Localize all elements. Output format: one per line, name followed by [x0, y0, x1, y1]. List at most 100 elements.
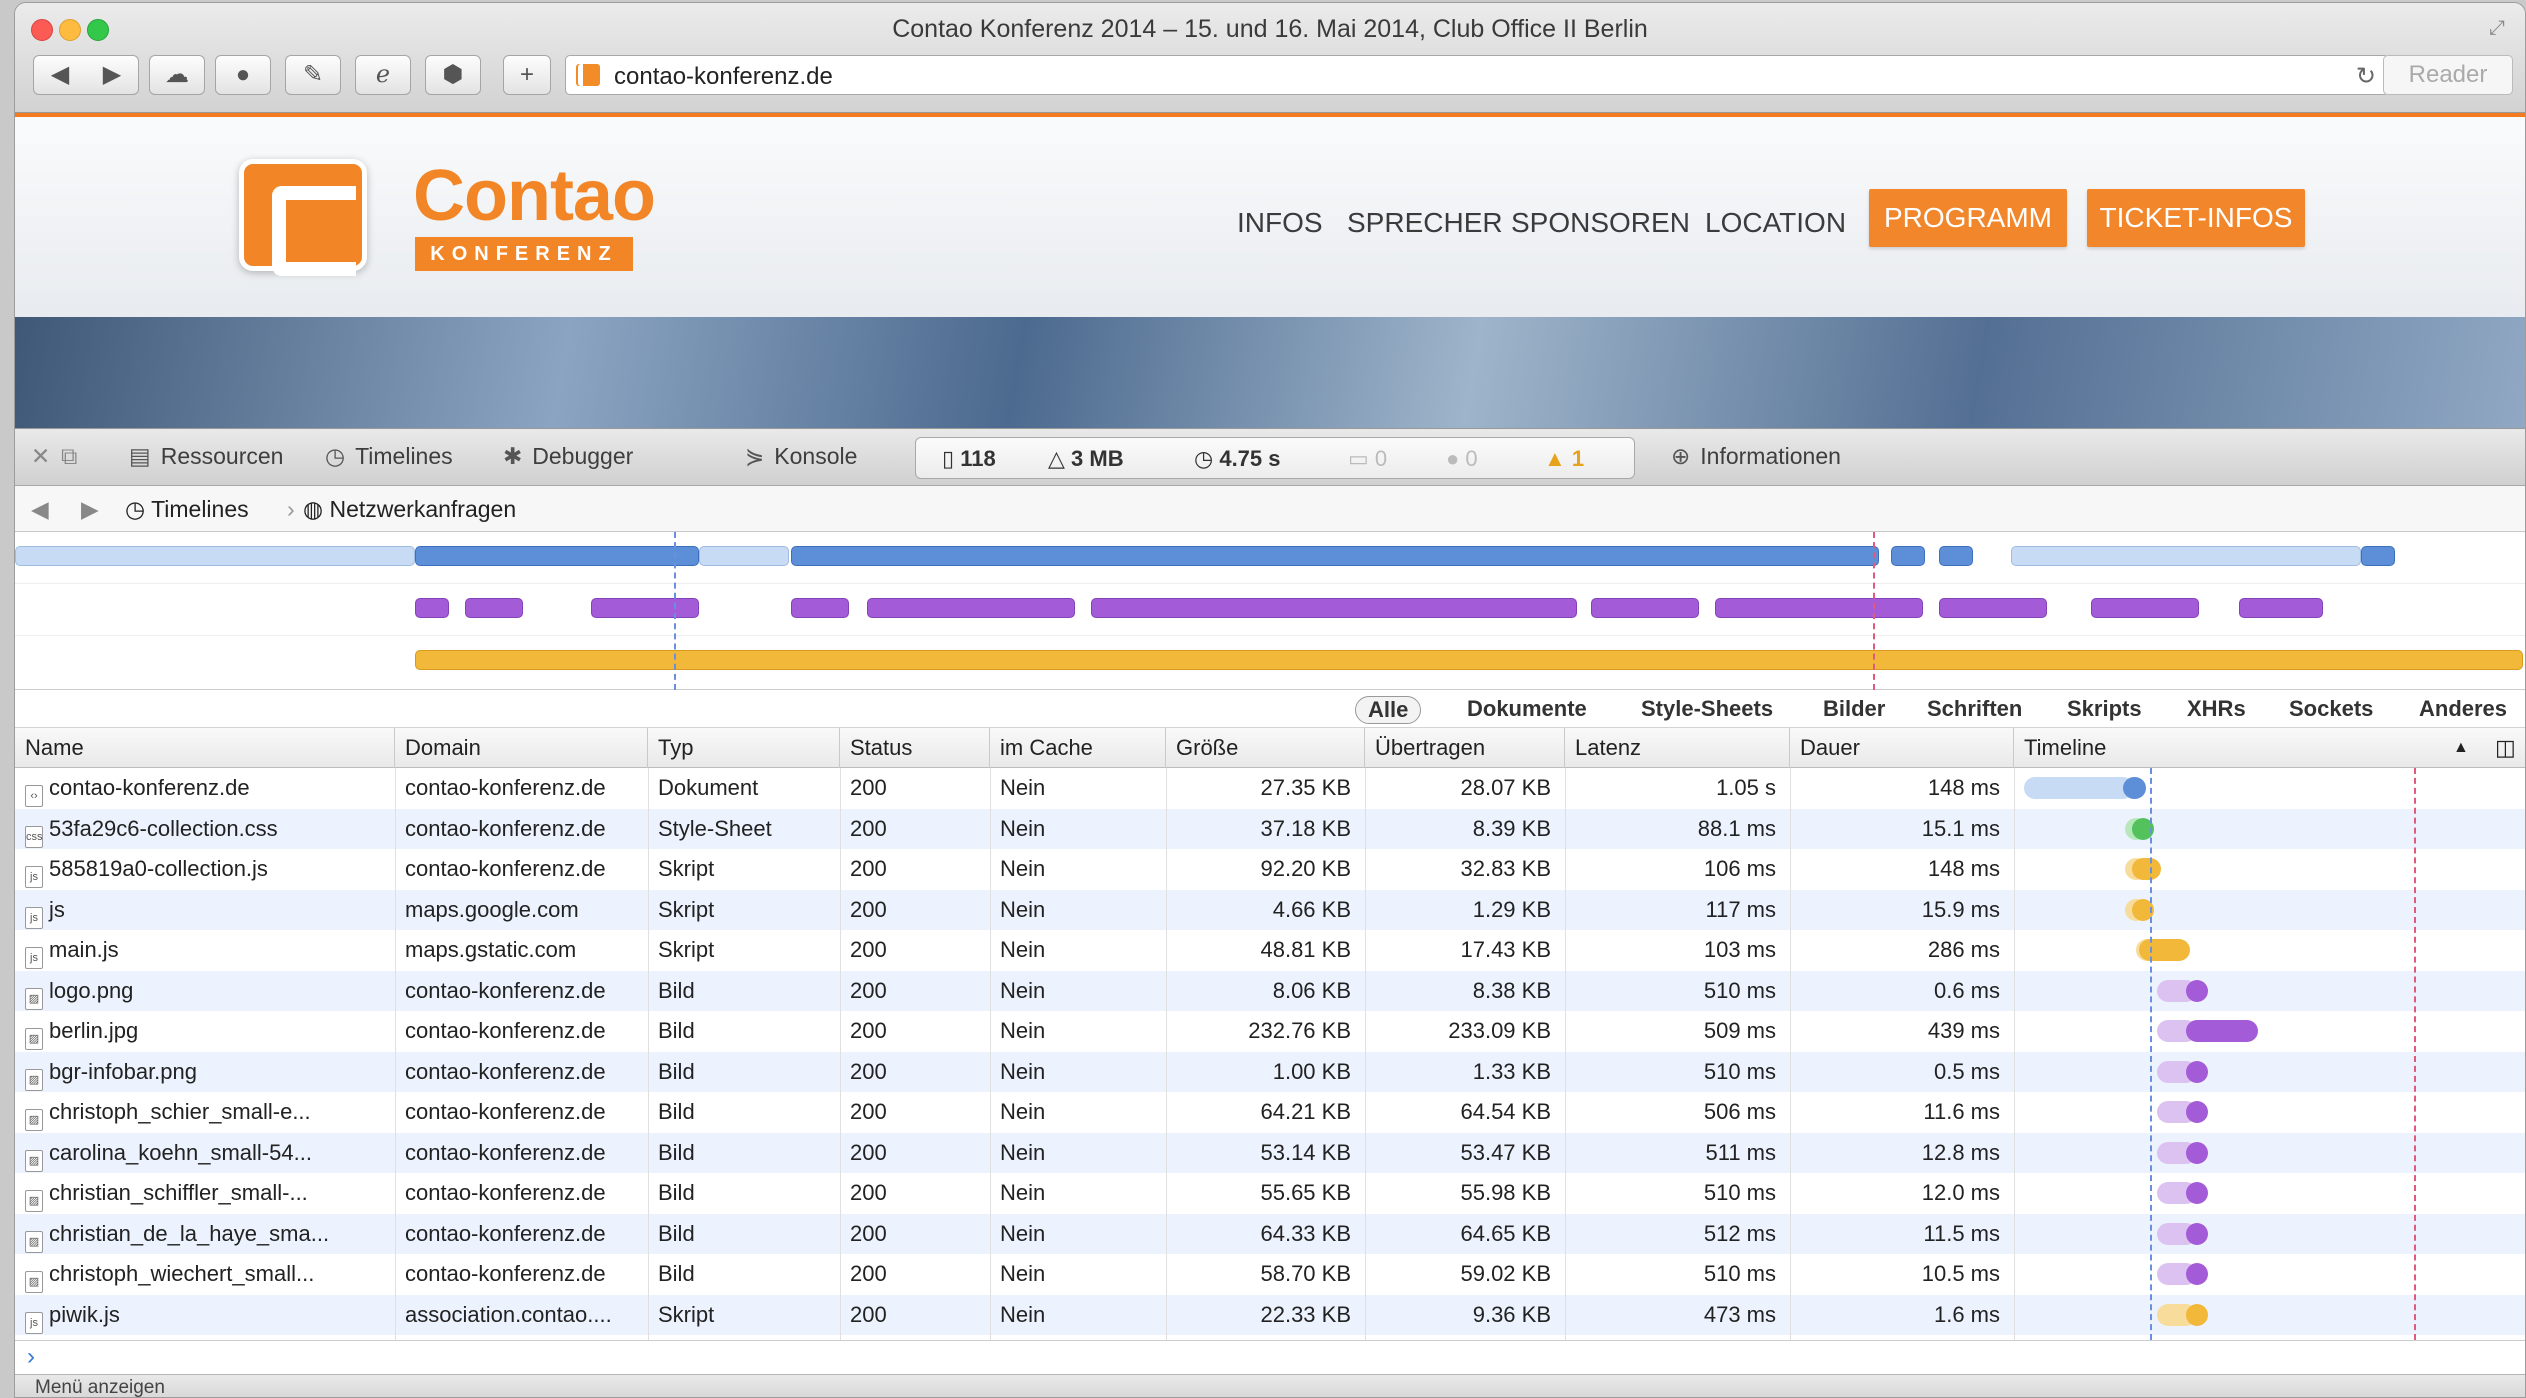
fullscreen-icon[interactable]: ⤢ [2489, 17, 2505, 40]
error-count[interactable]: ● 0 [1446, 446, 1478, 472]
tab-timelines-label: Timelines [355, 443, 453, 469]
extension-button-4[interactable]: ⬢ [425, 55, 481, 95]
table-row[interactable]: ▨ bgr-infobar.png contao-konferenz.de Bild 2… [15, 1051, 2525, 1092]
warning-count[interactable]: ▲ 1 [1544, 446, 1584, 472]
table-row[interactable]: ▨ christian_de_la_haye_sma... contao-konfe… [15, 1213, 2525, 1254]
extension-button-3[interactable]: ℯ [355, 55, 411, 95]
table-row[interactable]: ▨ logo.png contao-konferenz.de Bild 200 Nein 8… [15, 970, 2525, 1011]
table-row[interactable]: ▨ berlin.jpg contao-konferenz.de Bild 200 Nei… [15, 1011, 2525, 1052]
cell-domain: contao-konferenz.de [405, 1261, 606, 1286]
timeline-receiving-bar[interactable] [2132, 858, 2161, 880]
filter-scripts[interactable]: Skripts [2055, 696, 2154, 724]
extension-button-2[interactable]: ✎ [285, 55, 341, 95]
tab-information-label: Informationen [1700, 443, 1841, 469]
timeline-receiving-bar[interactable] [2186, 979, 2208, 1002]
filter-other[interactable]: Anderes [2407, 696, 2519, 724]
timeline-receiving-bar[interactable] [2186, 1182, 2208, 1204]
table-row[interactable]: js piwik.js association.contao.... Skript 20… [15, 1294, 2525, 1335]
tab-debugger[interactable]: ✱ Debugger [503, 443, 633, 470]
network-overview-row [15, 532, 2525, 584]
col-duration-header[interactable]: Dauer [1790, 728, 2014, 768]
timeline-receiving-bar[interactable] [2186, 1101, 2208, 1123]
table-row[interactable]: ‹› contao-konferenz.de contao-konferenz.de… [15, 768, 2525, 809]
tab-timelines[interactable]: ◷ Timelines [325, 443, 453, 470]
resource-size[interactable]: △ 3 MB [1048, 446, 1124, 472]
tab-information[interactable]: ⊕ Informationen [1671, 443, 1841, 470]
table-row[interactable]: ▨ christoph_schier_small-e... contao-konfe… [15, 1092, 2525, 1133]
table-row[interactable]: css 53fa29c6-collection.css contao-konfere… [15, 808, 2525, 849]
nav-sponsoren[interactable]: SPONSOREN [1511, 207, 1690, 239]
timeline-receiving-bar[interactable] [2186, 1060, 2208, 1083]
breadcrumb-forward-icon[interactable]: ▶ [81, 496, 99, 523]
table-row[interactable]: js main.js maps.gstatic.com Skript 200 Nein 48… [15, 930, 2525, 971]
web-page: Contao KONFERENZ INFOS SPRECHER SPONSORE… [15, 113, 2525, 432]
reader-button[interactable]: Reader [2383, 55, 2513, 95]
timeline-receiving-bar[interactable] [2139, 939, 2190, 961]
icloud-tabs-button[interactable]: ☁ [149, 55, 205, 95]
back-icon[interactable]: ◀ [34, 56, 86, 94]
split-view-icon[interactable]: ◫ [2485, 728, 2521, 768]
timeline-receiving-bar[interactable] [2186, 1141, 2208, 1164]
breadcrumb-network[interactable]: ◍ Netzwerkanfragen [303, 496, 516, 523]
log-count[interactable]: ▭ 0 [1348, 446, 1387, 472]
filter-all[interactable]: Alle [1355, 696, 1422, 724]
nav-infos[interactable]: INFOS [1237, 207, 1323, 239]
filter-xhrs[interactable]: XHRs [2175, 696, 2258, 724]
contao-logo-icon[interactable] [239, 159, 367, 276]
reload-icon[interactable]: ↻ [2356, 62, 2376, 91]
breadcrumb-timelines[interactable]: ◷ Timelines [125, 496, 249, 523]
timeline-overview[interactable] [15, 532, 2525, 690]
timeline-receiving-bar[interactable] [2186, 1222, 2208, 1245]
breadcrumb-back-icon[interactable]: ◀ [31, 496, 49, 523]
overview-segment [415, 598, 449, 618]
logo-wordmark[interactable]: Contao [413, 155, 656, 237]
timeline-receiving-bar[interactable] [2123, 777, 2147, 799]
col-cache-header[interactable]: im Cache [990, 728, 1166, 768]
tab-resources[interactable]: ▤ Ressourcen [129, 443, 283, 470]
table-row[interactable]: ▨ carolina_koehn_small-54... contao-konfer… [15, 1132, 2525, 1173]
address-bar[interactable]: contao-konferenz.de ↻ [565, 55, 2389, 95]
table-row[interactable]: js 585819a0-collection.js contao-konferenz… [15, 849, 2525, 890]
sort-ascending-icon[interactable]: ▲ [2443, 728, 2473, 768]
filter-stylesheets[interactable]: Style-Sheets [1629, 696, 1785, 724]
col-status-header[interactable]: Status [840, 728, 990, 768]
timeline-receiving-bar[interactable] [2186, 1263, 2208, 1285]
nav-location[interactable]: LOCATION [1705, 207, 1846, 239]
cell-cache: Nein [1000, 977, 1046, 1003]
col-latency-header[interactable]: Latenz [1565, 728, 1790, 768]
filter-images[interactable]: Bilder [1811, 696, 1897, 724]
image-icon: ▨ [25, 1230, 43, 1253]
table-row[interactable]: ▨ christian_schiffler_small-... contao-kon… [15, 1173, 2525, 1214]
url-text[interactable]: contao-konferenz.de [614, 63, 833, 91]
timeline-waiting-bar[interactable] [2024, 777, 2134, 799]
detach-inspector-icon[interactable]: ⧉ [61, 443, 77, 470]
console-prompt[interactable]: › [15, 1340, 2525, 1374]
request-count[interactable]: ▯ 118 [942, 446, 996, 472]
table-row[interactable]: ▨ christoph_wiechert_small... contao-konfe… [15, 1254, 2525, 1295]
nav-ticket-infos-button[interactable]: TICKET-INFOS [2087, 189, 2305, 247]
timeline-receiving-bar[interactable] [2186, 1020, 2258, 1042]
cell-name-text: piwik.js [49, 1301, 120, 1327]
table-row[interactable]: js js maps.google.com Skript 200 Nein 4.66 KB 1… [15, 889, 2525, 930]
nav-programm-button[interactable]: PROGRAMM [1869, 189, 2067, 247]
cell-status: 200 [850, 1180, 887, 1205]
filter-fonts[interactable]: Schriften [1915, 696, 2034, 724]
timeline-receiving-bar[interactable] [2186, 1303, 2208, 1326]
add-bookmark-button[interactable]: + [503, 55, 551, 95]
col-size-header[interactable]: Größe [1166, 728, 1365, 768]
wrench-icon: ✎ [302, 61, 324, 88]
cell-transferred: 32.83 KB [1460, 856, 1551, 881]
col-type-header[interactable]: Typ [648, 728, 840, 768]
col-name-header[interactable]: Name [15, 728, 395, 768]
forward-icon[interactable]: ▶ [86, 56, 138, 94]
filter-sockets[interactable]: Sockets [2277, 696, 2385, 724]
status-bar[interactable]: Menü anzeigen [15, 1374, 2525, 1397]
tab-console[interactable]: ⋟ Konsole [745, 443, 857, 470]
col-domain-header[interactable]: Domain [395, 728, 648, 768]
col-transferred-header[interactable]: Übertragen [1365, 728, 1565, 768]
extension-button-1[interactable]: ● [215, 55, 271, 95]
load-time[interactable]: ◷ 4.75 s [1194, 446, 1281, 472]
nav-sprecher[interactable]: SPRECHER [1347, 207, 1503, 239]
close-inspector-icon[interactable]: ✕ [31, 443, 50, 470]
filter-documents[interactable]: Dokumente [1455, 696, 1599, 724]
